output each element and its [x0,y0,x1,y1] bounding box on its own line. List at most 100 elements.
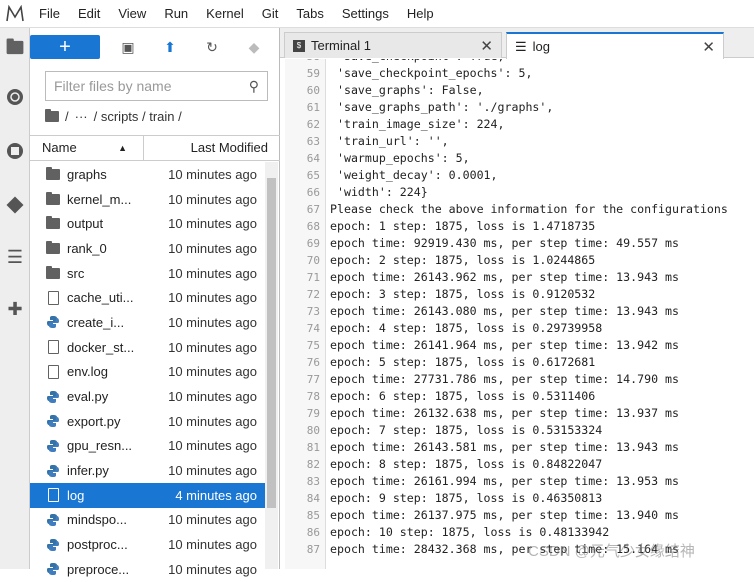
file-modified: 10 minutes ago [168,240,257,256]
folder-icon[interactable] [45,109,59,122]
refresh-button[interactable]: ↻ [198,39,226,56]
line-number: 80 [306,424,320,437]
menu-view[interactable]: View [109,0,155,28]
code-line: 'width': 224} [330,185,428,199]
running-sessions-icon[interactable] [4,140,26,162]
left-activity-bar: ☰ ✚ [0,28,30,569]
code-line: 'save_checkpoint_epochs': 5, [330,66,533,80]
file-name: kernel_m... [67,191,132,207]
code-line: epoch: 3 step: 1875, loss is 0.9120532 [330,287,596,301]
column-header-name[interactable]: Name ▲ [30,136,144,160]
file-row[interactable]: env.log 10 minutes ago [30,360,265,385]
file-name: eval.py [67,389,109,405]
code-line: epoch time: 92919.430 ms, per step time:… [330,236,680,250]
code-line: 'warmup_epochs': 5, [330,151,470,165]
file-modified: 10 minutes ago [168,191,257,207]
file-modified: 10 minutes ago [168,166,257,182]
breadcrumb-root[interactable]: / [65,109,69,124]
file-row[interactable]: rank_0 10 minutes ago [30,236,265,261]
tab-terminal-1[interactable]: $ Terminal 1 ✕ [284,32,502,58]
file-row[interactable]: preproce... 10 minutes ago [30,557,265,582]
python-file-icon [47,415,59,428]
log-editor[interactable]: 5859606162636465666768697071727374757677… [285,59,754,569]
new-launcher-button[interactable]: + [30,35,100,59]
file-name: rank_0 [67,240,107,256]
filter-files-input[interactable]: Filter files by name ⚲ [45,71,268,101]
code-line: epoch time: 26141.964 ms, per step time:… [330,338,680,352]
file-row[interactable]: export.py 10 minutes ago [30,409,265,434]
file-row[interactable]: mindspo... 10 minutes ago [30,508,265,533]
file-row[interactable]: output 10 minutes ago [30,211,265,236]
folder-icon [46,191,60,205]
code-line: epoch: 4 step: 1875, loss is 0.29739958 [330,321,603,335]
code-line: epoch: 8 step: 1875, loss is 0.84822047 [330,457,603,471]
file-icon [47,340,59,355]
extension-puzzle-icon[interactable]: ✚ [4,298,26,320]
new-folder-button[interactable]: ▣ [114,39,142,56]
line-number: 85 [306,509,320,522]
python-file-icon [47,390,59,403]
file-list: graphs 10 minutes ago kernel_m... 10 minute… [30,162,265,582]
line-number: 61 [306,101,320,114]
file-name: export.py [67,413,121,429]
line-number: 74 [306,322,320,335]
line-number: 77 [306,373,320,386]
line-number: 70 [306,254,320,267]
file-icon [47,364,59,379]
tab-log[interactable]: ☰ log ✕ [506,32,724,59]
line-number-gutter: 5859606162636465666768697071727374757677… [285,59,326,569]
file-row[interactable]: cache_uti... 10 minutes ago [30,285,265,310]
file-browser: + ▣ ⬆ ↻ ◆ Filter files by name ⚲ / ··· /… [30,28,280,577]
code-line: epoch: 5 step: 1875, loss is 0.6172681 [330,355,596,369]
menu-run[interactable]: Run [155,0,197,28]
file-modified: 10 minutes ago [168,438,257,454]
file-row[interactable]: postproc... 10 minutes ago [30,532,265,557]
menu-edit[interactable]: Edit [69,0,109,28]
file-row[interactable]: docker_st... 10 minutes ago [30,335,265,360]
close-icon[interactable]: ✕ [480,37,493,55]
git-icon[interactable] [4,194,26,216]
python-file-icon [47,439,59,452]
breadcrumb-path[interactable]: / scripts / train / [94,109,182,124]
line-number: 71 [306,271,320,284]
extension-manager-icon[interactable] [4,86,26,108]
file-modified: 10 minutes ago [168,561,257,577]
file-row[interactable]: src 10 minutes ago [30,261,265,286]
python-file-icon [47,316,59,329]
column-header-last-modified[interactable]: Last Modified [144,136,280,160]
code-line: epoch time: 26143.962 ms, per step time:… [330,270,680,284]
file-row[interactable]: eval.py 10 minutes ago [30,384,265,409]
python-file-icon [47,513,59,526]
menu-help[interactable]: Help [398,0,443,28]
line-number: 65 [306,169,320,182]
file-row[interactable]: infer.py 10 minutes ago [30,458,265,483]
code-line: epoch time: 26143.080 ms, per step time:… [330,304,680,318]
git-clone-button[interactable]: ◆ [240,39,268,56]
file-row[interactable]: graphs 10 minutes ago [30,162,265,187]
menu-git[interactable]: Git [253,0,288,28]
code-line: 'save_graphs': False, [330,83,484,97]
file-list-scrollbar[interactable] [265,162,278,569]
file-row[interactable]: gpu_resn... 10 minutes ago [30,434,265,459]
close-icon[interactable]: ✕ [702,38,715,56]
menu-kernel[interactable]: Kernel [197,0,253,28]
file-row[interactable]: kernel_m... 10 minutes ago [30,187,265,212]
code-line: 'train_url': '', [330,134,449,148]
file-name: graphs [67,166,107,182]
line-number: 79 [306,407,320,420]
file-browser-icon[interactable] [4,36,26,58]
menu-settings[interactable]: Settings [333,0,398,28]
line-number: 59 [306,67,320,80]
file-name: log [67,487,85,503]
table-of-contents-icon[interactable]: ☰ [4,246,26,268]
code-line: epoch time: 28432.368 ms, per step time:… [330,542,680,556]
upload-button[interactable]: ⬆ [156,39,184,56]
menu-file[interactable]: File [30,0,69,28]
breadcrumb-ellipsis[interactable]: ··· [75,109,88,124]
file-row[interactable]: log 4 minutes ago [30,482,265,508]
file-row[interactable]: create_i... 10 minutes ago [30,310,265,335]
line-number: 87 [306,543,320,556]
python-file-icon [47,464,59,477]
menu-tabs[interactable]: Tabs [287,0,332,28]
python-file-icon [47,538,59,551]
